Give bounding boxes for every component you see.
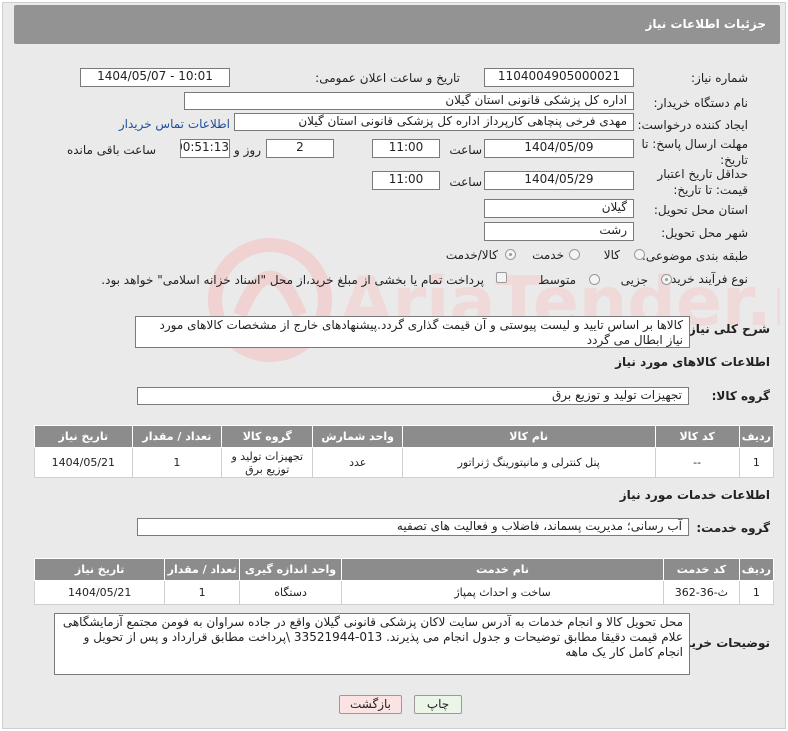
goods-table: ردیف کد کالا نام کالا واحد شمارش گروه کا…: [34, 425, 775, 478]
label-reply-hour: ساعت: [449, 143, 482, 157]
label-price-validity: حداقل تاریخ اعتبار قیمت: تا تاریخ:: [657, 167, 748, 197]
goods-col-group: گروه کالا: [221, 425, 314, 448]
services-col-qty: تعداد / مقدار: [164, 558, 240, 581]
services-cell-unit: دستگاه: [238, 580, 343, 605]
goods-cell-qty: 1: [131, 447, 223, 478]
print-button[interactable]: چاپ: [414, 695, 462, 714]
goods-cell-code: --: [654, 447, 740, 478]
goods-col-date: تاریخ نیاز: [34, 425, 133, 448]
goods-col-qty: تعداد / مقدار: [131, 425, 223, 448]
table-row: 1 -- پنل کنترلی و مانیتورینگ ژنراتور عدد…: [34, 447, 775, 478]
label-goods-group: گروه کالا:: [711, 389, 770, 403]
goods-cell-row: 1: [738, 447, 775, 478]
goods-info-heading: اطلاعات کالاهای مورد نیاز: [615, 355, 770, 369]
radio-minor[interactable]: [661, 274, 672, 285]
goods-col-row: ردیف: [738, 425, 775, 448]
service-group-field: آب رسانی؛ مدیریت پسماند، فاضلاب و فعالیت…: [137, 518, 689, 536]
radio-service-label: خدمت: [532, 248, 564, 262]
table-row: 1 ث-36-362 ساخت و احداث پمپاژ دستگاه 1 1…: [33, 580, 775, 605]
requester-field: مهدی فرخی پنچاهی کارپرداز اداره کل پزشکی…: [234, 113, 634, 131]
treasury-payment-note: پرداخت تمام یا بخشی از مبلغ خرید،از محل …: [101, 273, 484, 287]
label-delivery-city: شهر محل تحویل:: [661, 226, 748, 240]
goods-table-header: ردیف کد کالا نام کالا واحد شمارش گروه کا…: [34, 425, 775, 448]
time-left-field: 00:51:13: [180, 139, 230, 158]
reply-date-field: 1404/05/09: [484, 139, 634, 158]
radio-medium-label: متوسط: [538, 273, 576, 287]
radio-goods[interactable]: [634, 249, 645, 260]
radio-minor-label: جزیی: [620, 273, 648, 287]
label-announce-datetime: تاریخ و ساعت اعلان عمومی:: [315, 71, 460, 85]
services-col-unit: واحد اندازه گیری: [238, 558, 343, 581]
goods-col-code: کد کالا: [654, 425, 740, 448]
need-number-field: 1104004905000021: [484, 68, 634, 87]
services-cell-code: ث-36-362: [662, 580, 740, 605]
services-table: ردیف کد خدمت نام خدمت واحد اندازه گیری ت…: [33, 558, 775, 605]
services-col-name: نام خدمت: [341, 558, 664, 581]
label-need-number: شماره نیاز:: [691, 71, 748, 85]
buyer-notes-line-1: محل تحویل کالا و انجام خدمات به آدرس سای…: [62, 615, 683, 629]
goods-cell-group: تجهیزات تولید و توزیع برق: [221, 447, 314, 478]
goods-cell-name: پنل کنترلی و مانیتورینگ ژنراتور: [401, 447, 656, 478]
label-validity-hour: ساعت: [449, 175, 482, 189]
services-col-date: تاریخ نیاز: [33, 558, 166, 581]
label-requester: ایجاد کننده درخواست:: [637, 118, 748, 132]
days-left-field: 2: [266, 139, 334, 158]
label-purchase-process: نوع فرآیند خرید :: [663, 272, 748, 286]
label-service-group: گروه خدمت:: [696, 521, 770, 535]
buyer-notes-field: محل تحویل کالا و انجام خدمات به آدرس سای…: [54, 613, 690, 675]
treasury-payment-checkbox[interactable]: [496, 272, 507, 283]
radio-goods-service[interactable]: [505, 249, 516, 260]
goods-cell-unit: عدد: [312, 447, 403, 478]
buyer-notes-line-2: علام قیمت دقیقا مطابق توضیحات و جدول انج…: [83, 630, 683, 659]
buyer-org-field: اداره کل پزشکی قانونی استان گیلان: [184, 92, 634, 110]
goods-col-unit: واحد شمارش: [312, 425, 403, 448]
radio-goods-label: کالا: [603, 248, 620, 262]
label-day-and: روز و: [234, 143, 261, 157]
services-cell-date: 1404/05/21: [33, 580, 166, 605]
label-reply-deadline: مهلت ارسال پاسخ: تا تاریخ:: [641, 137, 748, 167]
services-table-header: ردیف کد خدمت نام خدمت واحد اندازه گیری ت…: [33, 558, 775, 581]
label-subject-class: طبقه بندی موضوعی:: [641, 249, 748, 263]
validity-date-field: 1404/05/29: [484, 171, 634, 190]
goods-col-name: نام کالا: [401, 425, 656, 448]
services-cell-qty: 1: [164, 580, 240, 605]
services-col-code: کد خدمت: [662, 558, 740, 581]
label-hours-left: ساعت باقی مانده: [66, 143, 156, 157]
services-cell-name: ساخت و احداث پمپاژ: [341, 580, 664, 605]
services-col-row: ردیف: [738, 558, 775, 581]
buyer-contact-link[interactable]: اطلاعات تماس خریدار: [119, 117, 230, 131]
back-button[interactable]: بازگشت: [339, 695, 402, 714]
page-title: جزئیات اطلاعات نیاز: [645, 17, 766, 31]
radio-goods-service-label: کالا/خدمت: [445, 248, 498, 262]
services-info-heading: اطلاعات خدمات مورد نیاز: [619, 488, 770, 502]
radio-service[interactable]: [569, 249, 580, 260]
goods-cell-date: 1404/05/21: [34, 447, 133, 478]
goods-group-field: تجهیزات تولید و توزیع برق: [137, 387, 689, 405]
city-field: رشت: [484, 222, 634, 241]
validity-time-field: 11:00: [372, 171, 440, 190]
label-delivery-province: استان محل تحویل:: [653, 203, 748, 217]
label-buyer-org: نام دستگاه خریدار:: [653, 96, 749, 110]
label-general-desc: شرح کلی نیاز:: [684, 322, 770, 336]
services-cell-row: 1: [738, 580, 775, 605]
page-header: جزئیات اطلاعات نیاز: [14, 5, 780, 44]
reply-time-field: 11:00: [372, 139, 440, 158]
radio-medium[interactable]: [589, 274, 600, 285]
general-desc-field: کالاها بر اساس تایید و لیست پیوستی و آن …: [135, 316, 690, 348]
announce-datetime-field: 1404/05/07 - 10:01: [80, 68, 230, 87]
province-field: گیلان: [484, 199, 634, 218]
